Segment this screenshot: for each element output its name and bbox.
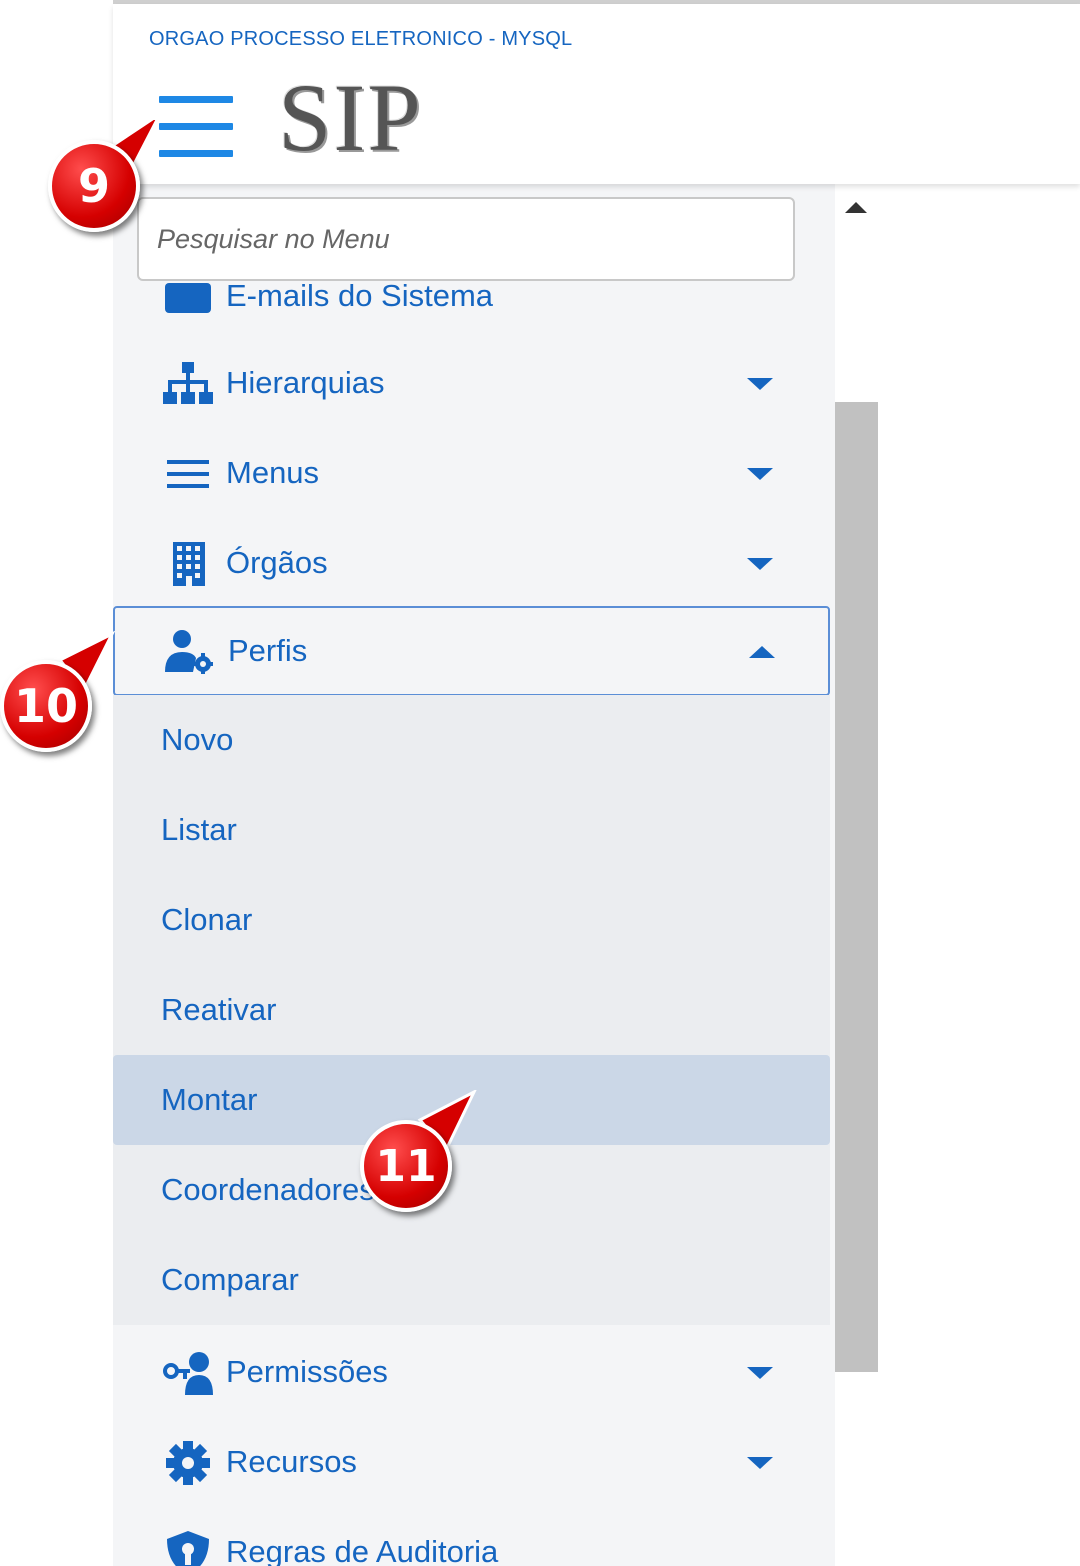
sidebar-item-label: Permissões <box>226 1354 388 1389</box>
annotation-number: 10 <box>0 660 92 752</box>
header: ORGAO PROCESSO ELETRONICO - MYSQL SIP <box>113 4 1080 184</box>
submenu-item-clonar[interactable]: Clonar <box>113 875 830 965</box>
sidebar-item-orgaos[interactable]: Órgãos <box>113 518 830 608</box>
sidebar-item-label: Regras de Auditoria <box>226 1534 499 1566</box>
sidebar-item-permissoes[interactable]: Permissões <box>113 1327 830 1417</box>
chevron-up-icon <box>749 646 775 658</box>
user-gear-icon <box>165 630 213 674</box>
sidebar-item-label: Recursos <box>226 1444 357 1479</box>
org-name: ORGAO PROCESSO ELETRONICO - MYSQL <box>149 28 573 50</box>
chevron-down-icon <box>747 378 773 390</box>
sidebar-item-label: Hierarquias <box>226 365 385 400</box>
menu-search-input[interactable]: Pesquisar no Menu <box>137 197 795 281</box>
scroll-up-arrow-icon[interactable] <box>845 202 867 213</box>
shield-key-icon <box>167 1531 209 1566</box>
annotation-number: 9 <box>48 140 140 232</box>
bars-icon <box>167 460 209 488</box>
envelope-icon <box>165 283 211 313</box>
perfis-submenu: Novo Listar Clonar Reativar Montar Coord… <box>113 695 830 1325</box>
sitemap-icon <box>163 362 213 404</box>
sidebar-item-label: E-mails do Sistema <box>226 278 494 313</box>
annotation-number: 11 <box>360 1120 452 1212</box>
chevron-down-icon <box>747 468 773 480</box>
submenu-item-novo[interactable]: Novo <box>113 695 830 785</box>
sidebar-item-menus[interactable]: Menus <box>113 428 830 518</box>
gear-icon <box>166 1441 210 1485</box>
submenu-item-listar[interactable]: Listar <box>113 785 830 875</box>
sidebar-item-recursos[interactable]: Recursos <box>113 1417 830 1507</box>
sidebar-item-label: Perfis <box>228 633 308 668</box>
building-icon <box>173 542 205 586</box>
hamburger-icon[interactable] <box>159 96 235 158</box>
chevron-down-icon <box>747 558 773 570</box>
scrollbar-thumb[interactable] <box>835 402 878 1372</box>
chevron-down-icon <box>747 1457 773 1469</box>
sidebar-item-label: Menus <box>226 455 320 490</box>
submenu-item-comparar[interactable]: Comparar <box>113 1235 830 1325</box>
user-key-icon <box>163 1352 213 1395</box>
submenu-item-reativar[interactable]: Reativar <box>113 965 830 1055</box>
sip-logo: SIP <box>278 64 423 171</box>
sidebar-item-perfis[interactable]: Perfis <box>113 606 830 696</box>
sidebar-menu: Pesquisar no Menu E-mails do Sistema Hie… <box>113 184 880 1566</box>
chevron-down-icon <box>747 1367 773 1379</box>
sidebar-item-label: Órgãos <box>226 545 328 580</box>
sidebar-item-regras-auditoria[interactable]: Regras de Auditoria <box>113 1507 830 1566</box>
sidebar-item-hierarquias[interactable]: Hierarquias <box>113 338 830 428</box>
